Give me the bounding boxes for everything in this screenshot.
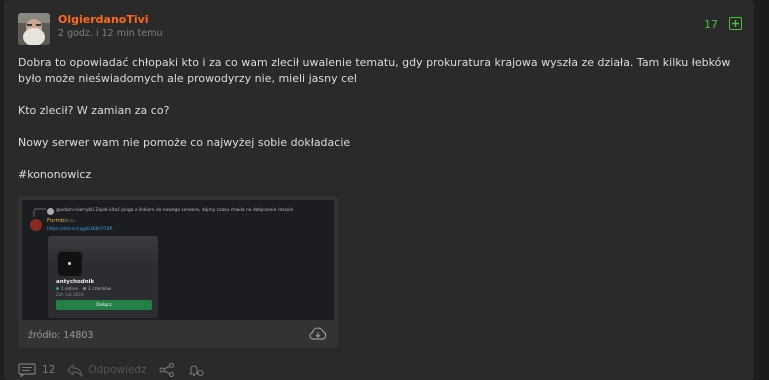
author-avatar [30,219,42,231]
reply-icon [67,364,83,377]
plus-icon [732,20,739,27]
reply-label: Odpowiedz [88,364,147,376]
mini-avatar [47,208,54,215]
upvote-button[interactable] [729,17,742,30]
founded-date: Zał. sut 2024 [56,292,84,297]
reply-button[interactable]: Odpowiedz [67,363,147,377]
members-dot [83,287,86,290]
cloud-download-icon[interactable] [308,327,328,341]
avatar[interactable] [18,13,50,45]
report-button[interactable] [187,363,205,377]
join-button: Dołącz [56,300,152,310]
post-card: OlgierdanoTivi 2 godz. i 12 min temu 17 … [4,0,754,380]
author-tag: zrzu [66,219,76,224]
post-paragraph: Nowy serwer wam nie pomoże co najwyżej s… [18,136,351,149]
share-icon [158,363,174,377]
author-name: Formbi [47,218,66,224]
discord-screenshot[interactable]: @adam-r.kerryb0 Zajeb kitoć pinga z link… [22,200,334,320]
comments-count: 12 [42,364,56,376]
members-count: 2 członków [88,285,112,291]
reply-line: @adam-r.kerryb0 Zajeb kitoć pinga z link… [56,208,294,213]
comments-button[interactable]: 12 [18,363,55,377]
username[interactable]: OlgierdanoTivi [58,13,149,26]
image-source: źródło: 14803 [28,330,94,341]
post-paragraph: Kto zlecił? W zamian za co? [18,104,170,117]
bell-settings-icon [188,365,204,377]
post-footer: 12 Odpowiedz [18,362,217,378]
online-count: 1 online [61,285,78,291]
embedded-image[interactable]: @adam-r.kerryb0 Zajeb kitoć pinga z link… [18,196,338,348]
server-name: antychodnik [56,279,95,285]
online-dot [56,287,59,290]
reply-curve-icon [33,208,46,217]
share-button[interactable] [158,363,175,377]
comments-icon [18,363,36,377]
hashtag-link[interactable]: #kononowicz [18,167,738,183]
post-paragraph: Dobra to opowiadać chłopaki kto i za co … [18,56,731,85]
invite-link: https://discord.gg/b3KKhY78R [47,227,113,232]
server-icon [56,250,84,278]
vote-count: 17 [704,18,718,31]
post-timestamp: 2 godz. i 12 min temu [58,28,163,39]
scrollbar[interactable] [760,0,769,380]
join-label: Dołącz [96,302,112,308]
post-body: Dobra to opowiadać chłopaki kto i za co … [18,55,738,183]
invite-card: antychodnik 1 online 2 członków Zał. sut… [48,236,158,318]
